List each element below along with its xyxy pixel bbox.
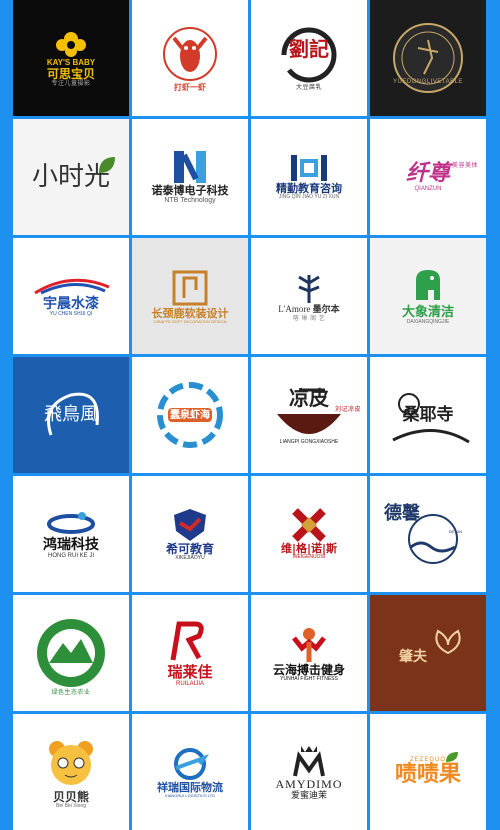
logo-cn: 宇晨水漆 [43, 295, 99, 312]
logo-feiniao[interactable]: 飛鳥風 [13, 357, 129, 473]
elephant-icon [416, 270, 440, 301]
logo-cn: 绿色生态农业 [51, 690, 91, 697]
logo-green-mountain[interactable]: 绿色生态农业 [13, 595, 129, 711]
logo-en: GIRAFFE SOFT DECORATION DESIGN [153, 318, 227, 324]
swoosh-icon [34, 278, 110, 294]
logo-en: NTB Technology [164, 197, 216, 205]
logo-en: DE XIN [448, 529, 462, 534]
logo-cn: 云海搏击健身 [272, 662, 345, 677]
logo-nuotai-bo[interactable]: 诺泰博电子科技 NTB Technology [132, 119, 248, 235]
logo-cn: 劉記 [289, 37, 329, 61]
logo-zeze[interactable]: ZEZEGUO 啧啧果 [370, 714, 486, 830]
flower-outline-icon [435, 629, 461, 655]
logo-cn: 纤尊 [405, 160, 450, 186]
logo-en: DAXIANGQINGJIE [406, 319, 450, 326]
crown-m-icon [293, 746, 325, 777]
logo-cn: 爱蜜迪茉 [290, 790, 327, 801]
logo-weigenuosi[interactable]: 维|格|诺|斯 WEIGENUOSI [251, 476, 367, 592]
orbit-icon [47, 512, 95, 534]
giraffe-frame-icon [172, 270, 208, 306]
logo-sub: 美容美体 [451, 163, 478, 169]
logo-sub: 大豆腐乳 [295, 84, 322, 91]
logo-liangpi[interactable]: 凉皮 刘记凉皮 LIANGPI GONGXIAOSHE [251, 357, 367, 473]
logo-cn: 飛鳥風 [44, 404, 98, 426]
logo-cn: 贝贝熊 [52, 789, 89, 804]
x-mark-icon [292, 508, 326, 543]
tree-icon [298, 275, 320, 304]
dancer-emblem-icon [393, 23, 463, 93]
rj-dragon-icon [170, 621, 204, 661]
logo-cn: 鸿瑞科技 [43, 537, 99, 553]
logo-cn: 蠢泉虾海 [170, 409, 210, 421]
logo-en: XIANGRUI LOGISTICS LTD [164, 792, 216, 798]
leaf-icon [99, 157, 115, 173]
lobster-icon [163, 26, 217, 81]
logo-cn: 打虾一虾 [174, 82, 206, 92]
logo-dexin[interactable]: 德馨 DE XIN [370, 476, 486, 592]
logo-yezhi[interactable]: 桑耶寺 [370, 357, 486, 473]
logo-en: L'Amore [278, 304, 311, 315]
logo-en: XIKEJIAOYU [175, 554, 205, 561]
logo-jingqin-edu[interactable]: 精勤教育咨询 JING QIN JIAO YU ZI XUN [251, 119, 367, 235]
logo-cn: 希可教育 [165, 541, 214, 556]
logo-chunquan[interactable]: 蠢泉虾海 [132, 357, 248, 473]
globe-arrow-icon [174, 747, 210, 780]
logo-en: Bei Bei Xiong [55, 802, 87, 809]
ntb-mark-icon [174, 151, 206, 184]
shield-icon [174, 508, 206, 541]
logo-changjinglu[interactable]: 长颈鹿软装设计 GIRAFFE SOFT DECORATION DESIGN [132, 238, 248, 354]
logo-en: QIANZUN [414, 185, 442, 192]
logo-daxiang[interactable]: 大象清洁 DAXIANGQINGJIE [370, 238, 486, 354]
logo-en: WEIGENUOSI [292, 554, 326, 561]
logo-yunhai[interactable]: 云海搏击健身 YUNHAI FIGHT FITNESS [251, 595, 367, 711]
logo-sub: YUEDONGLIVETABLE [393, 79, 463, 86]
logo-grid: KAY'S BABY 可思宝贝 专注儿童摄影 打虾一虾 劉記 大豆腐乳 YUED… [13, 0, 487, 830]
logo-qiaofu[interactable]: 肇夫 [370, 595, 486, 711]
logo-sub: 专注儿童摄影 [51, 80, 91, 87]
logo-qianzun[interactable]: 纤尊 QIANZUN 美容美体 [370, 119, 486, 235]
logo-en: HONG RUI KE JI [47, 553, 94, 560]
logo-en: LIANGPI GONGXIAOSHE [279, 439, 339, 446]
logo-cn: 桑耶寺 [402, 404, 454, 425]
logo-en: JING QIN JIAO YU ZI XUN [278, 194, 340, 201]
logo-daxia-yixia[interactable]: 打虾一虾 [132, 0, 248, 116]
logo-cn: 墨尔本 [312, 305, 340, 316]
logo-cn: 可思宝贝 [46, 66, 95, 81]
logo-yuchen[interactable]: 宇晨水漆 YU CHEN SHUI QI [13, 238, 129, 354]
logo-cn: 肇夫 [399, 649, 427, 666]
logo-beibei[interactable]: 贝贝熊 Bei Bei Xiong [13, 714, 129, 830]
logo-liu-ji[interactable]: 劉記 大豆腐乳 [251, 0, 367, 116]
logo-sub: 刘记凉皮 [334, 407, 361, 413]
logo-lamore[interactable]: L'Amore 墨尔本 喀 琳 阁 艺 [251, 238, 367, 354]
logo-en: AMYDIMO [275, 777, 343, 792]
logo-xiao-shi-guang[interactable]: 小时光 [13, 119, 129, 235]
logo-xike[interactable]: 希可教育 XIKEJIAOYU [132, 476, 248, 592]
logo-sub: 喀 琳 阁 艺 [292, 316, 326, 323]
logo-yuedong[interactable]: YUEDONGLIVETABLE [370, 0, 486, 116]
logo-amydimo[interactable]: AMYDIMO 爱蜜迪茉 [251, 714, 367, 830]
logo-kays-baby[interactable]: KAY'S BABY 可思宝贝 专注儿童摄影 [13, 0, 129, 116]
logo-cn: 诺泰博电子科技 [151, 184, 229, 198]
mountain-emblem-icon [37, 619, 105, 687]
logo-en: YUNHAI FIGHT FITNESS [280, 675, 338, 682]
jq-mark-icon [291, 155, 327, 182]
logo-hongrui[interactable]: 鸿瑞科技 HONG RUI KE JI [13, 476, 129, 592]
logo-cn: 大象清洁 [401, 305, 454, 321]
bear-icon [49, 740, 93, 785]
leaf-icon [446, 752, 458, 762]
logo-cn: 啧啧果 [394, 762, 461, 788]
logo-xiangrui[interactable]: 祥瑞国际物流 XIANGRUI LOGISTICS LTD [132, 714, 248, 830]
logo-cn: 瑞莱佳 [167, 663, 213, 682]
fighter-icon [292, 627, 326, 662]
logo-cn: 德馨 [384, 503, 420, 524]
logo-en: YU CHEN SHUI QI [49, 310, 93, 317]
logo-cn: 凉皮 [289, 386, 329, 410]
logo-ruilaijia[interactable]: 瑞莱佳 RUILAIJIA [132, 595, 248, 711]
logo-en: RUILAIJIA [175, 680, 204, 687]
flower-icon [56, 31, 86, 57]
